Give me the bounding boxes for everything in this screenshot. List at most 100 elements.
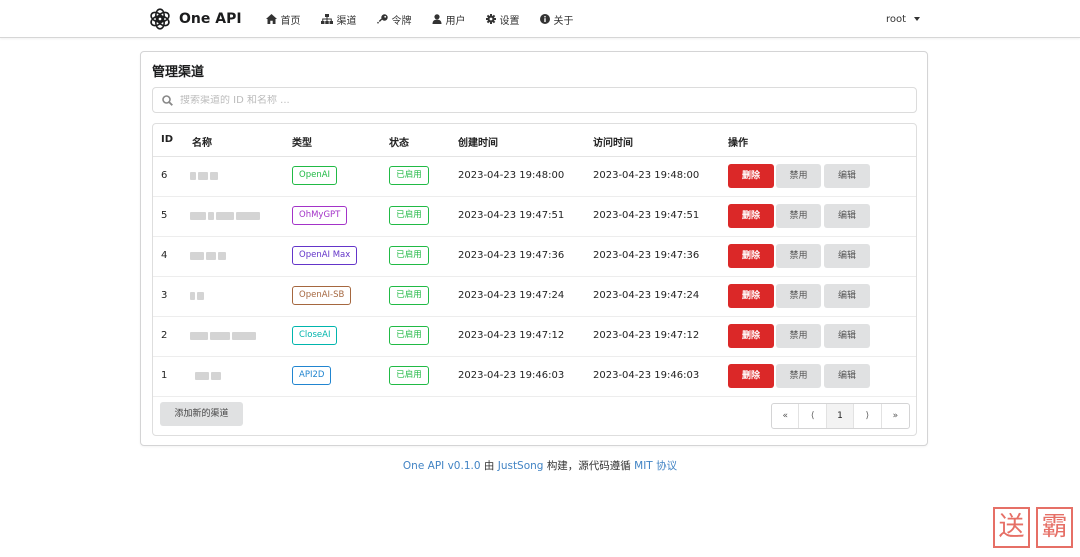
pagination-prev-button[interactable]: ⟨: [799, 404, 827, 428]
search-icon: [162, 94, 173, 106]
type-badge: OpenAI-SB: [292, 286, 352, 305]
nav-item-about[interactable]: 关于: [530, 0, 584, 38]
type-badge: CloseAI: [292, 326, 338, 345]
blurred-name: [190, 212, 260, 220]
pagination: « ⟨ 1 ⟩ »: [771, 403, 910, 429]
type-badge: OpenAI Max: [292, 246, 358, 265]
header-created[interactable]: 创建时间: [458, 134, 498, 149]
cell-created: 2023-04-23 19:47:24: [458, 290, 565, 301]
home-icon: [265, 14, 277, 24]
cell-accessed: 2023-04-23 19:46:03: [593, 370, 700, 381]
channels-card: 管理渠道 ID 名称 类型 状态 创建时间 访问时间 操作 6 OpenAI 已…: [140, 51, 928, 446]
cell-accessed: 2023-04-23 19:47:51: [593, 210, 700, 221]
nav-item-settings[interactable]: 设置: [476, 0, 530, 38]
delete-button[interactable]: 删除: [728, 284, 774, 308]
cell-id: 5: [161, 210, 168, 221]
blurred-name: [190, 332, 256, 340]
table-row: 4 OpenAI Max 已启用 2023-04-23 19:47:36 202…: [153, 237, 916, 277]
nav-item-label: 用户: [445, 15, 466, 27]
type-badge: OpenAI: [292, 166, 338, 185]
delete-button[interactable]: 删除: [728, 204, 774, 228]
status-badge: 已启用: [389, 326, 429, 345]
disable-button[interactable]: 禁用: [776, 164, 821, 188]
disable-button[interactable]: 禁用: [776, 204, 821, 228]
status-badge: 已启用: [389, 246, 429, 265]
cell-created: 2023-04-23 19:47:51: [458, 210, 565, 221]
edit-button[interactable]: 编辑: [824, 164, 870, 188]
type-badge: API2D: [292, 366, 332, 385]
blurred-name: [195, 372, 221, 380]
caret-down-icon: [914, 17, 920, 21]
cell-created: 2023-04-23 19:47:12: [458, 330, 565, 341]
table-header: ID 名称 类型 状态 创建时间 访问时间 操作: [153, 124, 916, 157]
table-row: 1 API2D 已启用 2023-04-23 19:46:03 2023-04-…: [153, 357, 916, 397]
pagination-next-button[interactable]: ⟩: [854, 404, 882, 428]
author-link[interactable]: JustSong: [498, 460, 544, 472]
status-badge: 已启用: [389, 366, 429, 385]
header-id[interactable]: ID: [161, 134, 173, 145]
edit-button[interactable]: 编辑: [824, 324, 870, 348]
pagination-first-button[interactable]: «: [772, 404, 800, 428]
username: root: [885, 13, 906, 25]
disable-button[interactable]: 禁用: [776, 324, 821, 348]
brand-name: One API: [179, 11, 242, 27]
delete-button[interactable]: 删除: [728, 324, 774, 348]
watermark-stamp: 送 霸: [993, 507, 1075, 548]
watermark-char: 霸: [1036, 507, 1073, 548]
table-row: 3 OpenAI-SB 已启用 2023-04-23 19:47:24 2023…: [153, 277, 916, 317]
status-badge: 已启用: [389, 286, 429, 305]
cell-accessed: 2023-04-23 19:47:24: [593, 290, 700, 301]
search-input[interactable]: [180, 94, 880, 106]
sitemap-icon: [320, 14, 333, 24]
cell-created: 2023-04-23 19:47:36: [458, 250, 565, 261]
nav-item-label: 令牌: [391, 15, 412, 27]
version-link[interactable]: One API v0.1.0: [403, 460, 481, 472]
nav-item-channels[interactable]: 渠道: [311, 0, 367, 38]
nav-item-label: 设置: [499, 15, 520, 27]
header-type[interactable]: 类型: [292, 134, 312, 149]
watermark-char: 送: [993, 507, 1030, 548]
cell-id: 6: [161, 170, 168, 181]
cell-accessed: 2023-04-23 19:48:00: [593, 170, 700, 181]
add-channel-button[interactable]: 添加新的渠道: [160, 402, 243, 426]
cell-accessed: 2023-04-23 19:47:36: [593, 250, 700, 261]
license-link[interactable]: MIT 协议: [634, 460, 677, 472]
page-title: 管理渠道: [152, 65, 205, 80]
openai-logo-icon: [148, 7, 172, 31]
pagination-page-button[interactable]: 1: [826, 404, 855, 428]
edit-button[interactable]: 编辑: [824, 204, 870, 228]
disable-button[interactable]: 禁用: [776, 364, 821, 388]
delete-button[interactable]: 删除: [728, 164, 774, 188]
brand[interactable]: One API: [148, 7, 242, 31]
edit-button[interactable]: 编辑: [824, 244, 870, 268]
footer-text-mid: 构建，源代码遵循: [546, 460, 631, 472]
edit-button[interactable]: 编辑: [824, 364, 870, 388]
nav-item-label: 渠道: [336, 15, 357, 27]
cell-id: 4: [161, 250, 168, 261]
delete-button[interactable]: 删除: [728, 244, 774, 268]
nav-item-users[interactable]: 用户: [422, 0, 476, 38]
header-name[interactable]: 名称: [192, 134, 212, 149]
nav-item-tokens[interactable]: 令牌: [367, 0, 422, 38]
cell-created: 2023-04-23 19:48:00: [458, 170, 565, 181]
status-badge: 已启用: [389, 166, 429, 185]
header-accessed[interactable]: 访问时间: [593, 134, 633, 149]
blurred-name: [190, 292, 204, 300]
info-icon: [539, 14, 550, 24]
search-box[interactable]: [152, 87, 917, 113]
header-status[interactable]: 状态: [389, 134, 409, 149]
disable-button[interactable]: 禁用: [776, 244, 821, 268]
page-footer: One API v0.1.0 由 JustSong 构建，源代码遵循 MIT 协…: [0, 458, 1080, 473]
edit-button[interactable]: 编辑: [824, 284, 870, 308]
key-icon: [376, 14, 388, 24]
nav-item-home[interactable]: 首页: [256, 0, 311, 38]
nav-item-label: 关于: [553, 15, 574, 27]
user-dropdown[interactable]: root: [886, 14, 932, 25]
top-navbar: One API 首页 渠道 令牌 用户 设置 关于 root: [0, 0, 1080, 38]
channels-table: ID 名称 类型 状态 创建时间 访问时间 操作 6 OpenAI 已启用 20…: [152, 123, 917, 436]
pagination-last-button[interactable]: »: [882, 404, 909, 428]
cell-id: 1: [161, 370, 168, 381]
disable-button[interactable]: 禁用: [776, 284, 821, 308]
table-row: 6 OpenAI 已启用 2023-04-23 19:48:00 2023-04…: [153, 157, 916, 197]
delete-button[interactable]: 删除: [728, 364, 774, 388]
